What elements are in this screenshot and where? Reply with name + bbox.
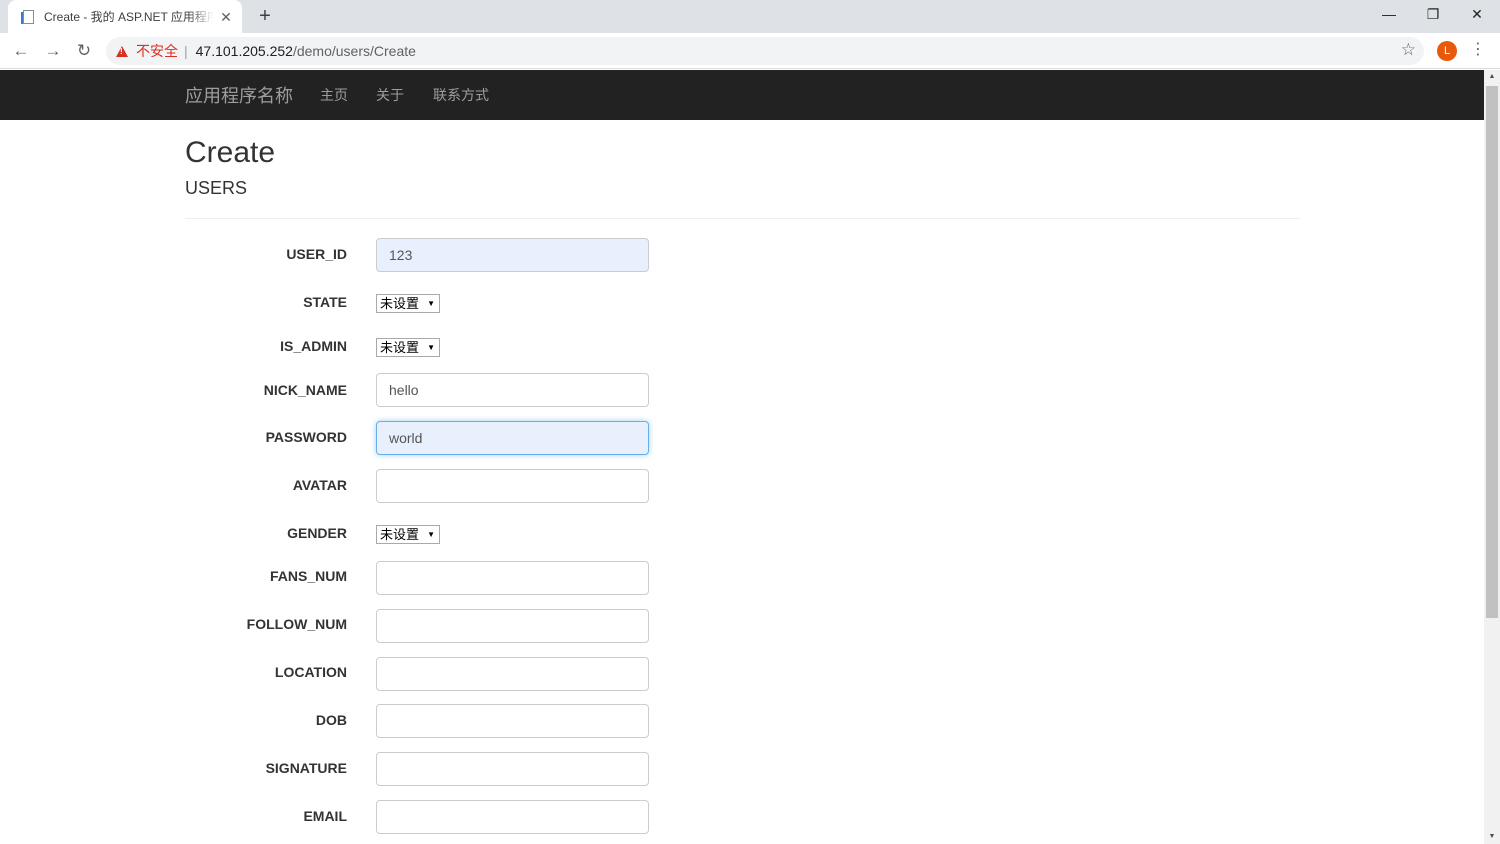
page-favicon-icon [20, 9, 36, 25]
nav-link-home[interactable]: 主页 [320, 85, 348, 105]
nick-name-input[interactable]: hello [376, 373, 649, 407]
navbar-brand[interactable]: 应用程序名称 [185, 82, 293, 108]
profile-avatar[interactable]: L [1437, 41, 1457, 61]
tab-title: Create - 我的 ASP.NET 应用程序 [44, 10, 214, 24]
user-id-label: USER_ID [286, 246, 347, 262]
gender-selected-value: 未设置 [380, 527, 420, 542]
minimize-button[interactable]: — [1366, 0, 1412, 30]
divider [185, 218, 1300, 219]
restore-button[interactable]: ❐ [1410, 0, 1456, 30]
location-label: LOCATION [274, 664, 347, 680]
tab-close-icon[interactable]: ✕ [218, 9, 234, 25]
dropdown-arrow-icon: ▼ [427, 530, 435, 539]
fans-num-label: FANS_NUM [269, 568, 347, 584]
address-bar[interactable]: 不安全 | 47.101.205.252 /demo/users/Create … [106, 37, 1424, 65]
gender-select[interactable]: 未设置 ▼ [376, 525, 440, 544]
url-separator: | [184, 43, 188, 59]
browser-toolbar: ← → ↻ 不安全 | 47.101.205.252 /demo/users/C… [0, 33, 1500, 69]
nav-link-about[interactable]: 关于 [376, 85, 404, 105]
follow-num-label: FOLLOW_NUM [246, 616, 347, 632]
user-id-input[interactable]: 123 [376, 238, 649, 272]
nav-link-contact[interactable]: 联系方式 [433, 85, 489, 105]
is-admin-select[interactable]: 未设置 ▼ [376, 338, 440, 357]
new-tab-button[interactable]: + [254, 5, 276, 27]
password-label: PASSWORD [265, 429, 347, 445]
page-scrollbar[interactable]: ▲ ▼ [1484, 70, 1500, 844]
forward-icon[interactable]: → [40, 38, 66, 64]
signature-label: SIGNATURE [265, 760, 347, 776]
scroll-up-icon[interactable]: ▲ [1484, 70, 1500, 84]
back-icon[interactable]: ← [8, 38, 34, 64]
fans-num-input[interactable] [376, 561, 649, 595]
site-navbar: 应用程序名称 主页 关于 联系方式 [0, 70, 1484, 120]
security-status[interactable]: 不安全 [136, 41, 178, 61]
is-admin-label: IS_ADMIN [280, 338, 347, 354]
browser-menu-icon[interactable]: ⋮ [1470, 39, 1486, 63]
dob-input[interactable] [376, 704, 649, 738]
avatar-input[interactable] [376, 469, 649, 503]
window-close-button[interactable]: ✕ [1454, 0, 1500, 30]
scroll-down-icon[interactable]: ▼ [1484, 830, 1500, 844]
state-label: STATE [303, 294, 347, 310]
nick-name-label: NICK_NAME [263, 382, 347, 398]
email-label: EMAIL [303, 808, 347, 824]
signature-input[interactable] [376, 752, 649, 786]
email-input[interactable] [376, 800, 649, 834]
password-input[interactable]: world [376, 421, 649, 455]
browser-tabstrip: Create - 我的 ASP.NET 应用程序 ✕ + — ❐ ✕ [0, 0, 1500, 33]
avatar-label: AVATAR [292, 477, 347, 493]
url-host: 47.101.205.252 [195, 43, 293, 59]
is-admin-selected-value: 未设置 [380, 340, 420, 355]
page-title: Create [185, 136, 276, 169]
dropdown-arrow-icon: ▼ [427, 299, 435, 308]
dropdown-arrow-icon: ▼ [427, 343, 435, 352]
url-path: /demo/users/Create [292, 43, 416, 59]
browser-tab[interactable]: Create - 我的 ASP.NET 应用程序 ✕ [8, 0, 242, 33]
scroll-thumb[interactable] [1486, 86, 1498, 618]
page-subtitle: USERS [185, 178, 248, 198]
state-select[interactable]: 未设置 ▼ [376, 294, 440, 313]
dob-label: DOB [315, 712, 347, 728]
bookmark-star-icon[interactable]: ☆ [1401, 40, 1416, 60]
follow-num-input[interactable] [376, 609, 649, 643]
reload-icon[interactable]: ↻ [71, 38, 97, 64]
gender-label: GENDER [287, 525, 347, 541]
warning-icon [116, 45, 128, 57]
page-viewport: 应用程序名称 主页 关于 联系方式 Create USERS USER_ID 1… [0, 70, 1484, 844]
state-selected-value: 未设置 [380, 296, 420, 311]
location-input[interactable] [376, 657, 649, 691]
